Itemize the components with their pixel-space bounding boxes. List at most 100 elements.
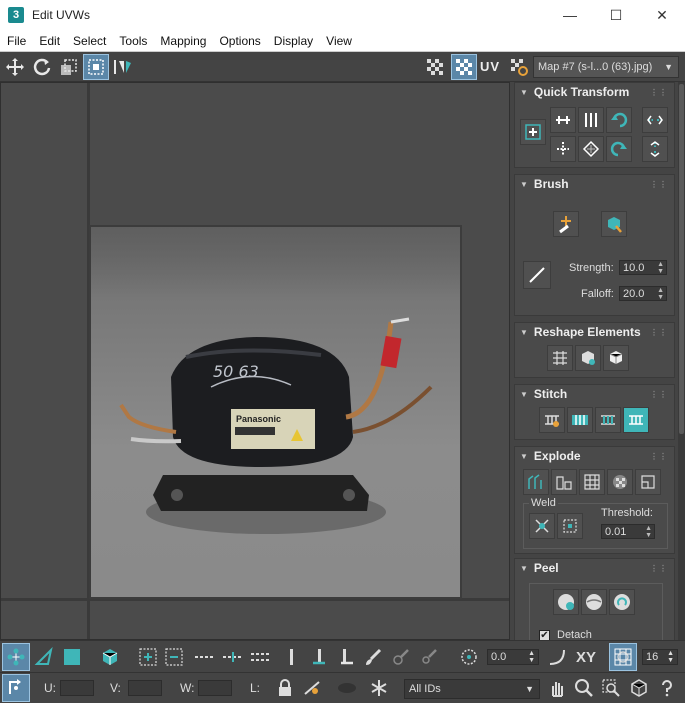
vertex-mode-icon[interactable]: [2, 643, 30, 671]
brush-stroke-button[interactable]: [523, 261, 551, 289]
shrink-selection-icon[interactable]: [161, 644, 187, 670]
minimize-button[interactable]: —: [547, 0, 593, 30]
straighten-button[interactable]: [547, 345, 573, 371]
align-horizontal-button[interactable]: [550, 107, 576, 133]
w-field[interactable]: [198, 680, 232, 696]
material-id-select[interactable]: All IDs ▼: [404, 679, 540, 699]
menu-select[interactable]: Select: [66, 34, 112, 48]
stitch-to-target-button[interactable]: [567, 407, 593, 433]
grid-size-field[interactable]: 16 ▲ ▼: [642, 649, 678, 665]
paint-move-button[interactable]: [553, 211, 579, 237]
menu-options[interactable]: Options: [212, 34, 266, 48]
ring-select-icon[interactable]: [248, 644, 274, 670]
edge-loop-icon[interactable]: [334, 644, 360, 670]
spinner-arrows-icon[interactable]: ▲ ▼: [657, 287, 664, 301]
menu-file[interactable]: File: [0, 34, 32, 48]
uv-viewport[interactable]: Panasonic 50 63: [0, 82, 510, 640]
align-vertical-button[interactable]: [578, 107, 604, 133]
grid-snap-icon[interactable]: [609, 643, 637, 671]
freeform-icon[interactable]: [83, 53, 109, 80]
grow-selection-icon[interactable]: [135, 644, 161, 670]
pan-icon[interactable]: [544, 675, 570, 701]
shrink-brush-icon[interactable]: [416, 644, 442, 670]
relax-until-flat-button[interactable]: [575, 345, 601, 371]
hide-icon[interactable]: [300, 675, 326, 701]
relax-brush-button[interactable]: [601, 211, 627, 237]
lock-icon[interactable]: [272, 675, 298, 701]
move-icon[interactable]: [3, 55, 27, 79]
u-field[interactable]: [60, 680, 94, 696]
space-vertical-button[interactable]: [642, 136, 668, 162]
paint-select-icon[interactable]: [360, 644, 386, 670]
menu-mapping[interactable]: Mapping: [153, 34, 212, 48]
loop-select-icon[interactable]: [192, 644, 218, 670]
freeze-icon[interactable]: [366, 675, 392, 701]
align-grid-button[interactable]: [578, 136, 604, 162]
rollout-header[interactable]: ▼ Brush ⋮⋮: [515, 175, 674, 193]
spinner-arrows-icon[interactable]: ▲ ▼: [528, 650, 535, 664]
menu-view[interactable]: View: [319, 34, 358, 48]
rotate-angle-field[interactable]: 0.0 ▲ ▼: [487, 649, 539, 665]
rollout-header[interactable]: ▼ Quick Transform ⋮⋮: [515, 83, 674, 101]
quick-peel-button[interactable]: [553, 589, 579, 615]
edge-mode-icon[interactable]: [31, 644, 57, 670]
rollout-header[interactable]: ▼ Explode ⋮⋮: [515, 447, 674, 465]
map-settings-icon[interactable]: [507, 55, 531, 79]
explode-to-islands-button[interactable]: [523, 469, 549, 495]
flatten-by-polygon-button[interactable]: [551, 469, 577, 495]
scale-icon[interactable]: [57, 55, 81, 79]
zoom-icon[interactable]: [571, 675, 597, 701]
peel-mode-button[interactable]: [581, 589, 607, 615]
menu-tools[interactable]: Tools: [112, 34, 153, 48]
v-field[interactable]: [128, 680, 162, 696]
point-to-point-icon[interactable]: [306, 644, 332, 670]
show-map-icon[interactable]: [450, 53, 477, 80]
rotate-icon[interactable]: [30, 55, 54, 79]
rotate-ccw-button[interactable]: [606, 107, 632, 133]
weld-target-button[interactable]: [529, 513, 555, 539]
scroll-thumb[interactable]: [679, 84, 684, 434]
flatten-by-material-button[interactable]: [607, 469, 633, 495]
rollout-header[interactable]: ▼ Reshape Elements ⋮⋮: [515, 323, 674, 341]
uv-axis-label[interactable]: UV: [480, 59, 500, 74]
weld-selected-button[interactable]: [557, 513, 583, 539]
panel-scrollbar[interactable]: [678, 82, 685, 640]
map-select-dropdown[interactable]: Map #7 (s-l...0 (63).jpg) ▼: [533, 56, 679, 78]
close-button[interactable]: ✕: [639, 0, 685, 30]
enlarge-brush-icon[interactable]: [388, 644, 414, 670]
checker-icon[interactable]: [423, 55, 447, 79]
spinner-arrows-icon[interactable]: ▲ ▼: [645, 525, 652, 539]
menu-display[interactable]: Display: [267, 34, 319, 48]
xy-axis-toggle[interactable]: XY: [576, 649, 596, 666]
relax-button[interactable]: [603, 345, 629, 371]
zoom-region-icon[interactable]: [598, 675, 624, 701]
transform-mode-icon[interactable]: [2, 674, 30, 702]
spinner-arrows-icon[interactable]: ▲ ▼: [657, 261, 664, 275]
rollout-header[interactable]: ▼ Stitch ⋮⋮: [515, 385, 674, 403]
stitch-to-source-button[interactable]: [623, 407, 649, 433]
threshold-spinner[interactable]: 0.01 ▲ ▼: [601, 524, 655, 539]
falloff-spinner[interactable]: 20.0 ▲ ▼: [619, 286, 667, 301]
rotate-cw-button[interactable]: [606, 136, 632, 162]
mirror-icon[interactable]: [111, 55, 135, 79]
reset-peel-button[interactable]: [609, 589, 635, 615]
help-icon[interactable]: [654, 675, 680, 701]
flatten-by-smoothing-button[interactable]: [579, 469, 605, 495]
align-to-edge-button[interactable]: [550, 136, 576, 162]
stitch-custom-button[interactable]: [539, 407, 565, 433]
loop-grow-icon[interactable]: [220, 644, 246, 670]
absolute-offset-icon[interactable]: [456, 644, 482, 670]
menu-edit[interactable]: Edit: [32, 34, 66, 48]
show-icon[interactable]: [334, 675, 360, 701]
strength-spinner[interactable]: 10.0 ▲ ▼: [619, 260, 667, 275]
detach-checkbox[interactable]: ✔: [539, 630, 550, 640]
maximize-button[interactable]: ☐: [593, 0, 639, 30]
face-mode-icon[interactable]: [59, 644, 85, 670]
stitch-average-button[interactable]: [595, 407, 621, 433]
curve-icon[interactable]: [544, 644, 570, 670]
element-mode-icon[interactable]: [97, 644, 123, 670]
rollout-header[interactable]: ▼ Peel ⋮⋮: [515, 559, 674, 577]
spinner-arrows-icon[interactable]: ▲ ▼: [667, 650, 674, 664]
set-pivot-button[interactable]: [520, 119, 546, 145]
space-horizontal-button[interactable]: [642, 107, 668, 133]
